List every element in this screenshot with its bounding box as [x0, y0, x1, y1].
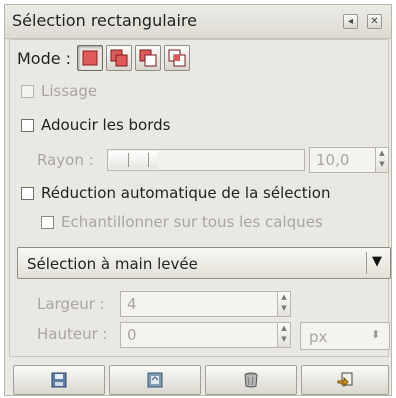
antialias-label: Lissage [41, 82, 98, 100]
chevron-down-icon: ▼ [372, 254, 382, 269]
radius-value-field[interactable]: 10,0 [309, 147, 377, 173]
combo-separator [366, 252, 367, 274]
tool-options-dock: Sélection rectangulaire ◂ ✕ Mode : Lissa… [4, 4, 392, 396]
dock-title: Sélection rectangulaire [12, 11, 197, 30]
save-preset-button[interactable] [13, 365, 105, 395]
replace-mode-icon[interactable] [77, 45, 103, 71]
delete-icon [244, 372, 258, 388]
intersect-mode-icon[interactable] [164, 45, 190, 71]
antialias-checkbox[interactable] [21, 85, 34, 98]
restore-icon [147, 372, 163, 388]
radius-spin-arrows[interactable]: ▲ ▼ [375, 147, 389, 173]
radius-slider-fill [109, 151, 158, 169]
close-icon[interactable]: ✕ [367, 14, 382, 29]
tab-menu-icon[interactable]: ◂ [343, 14, 358, 29]
autoshrink-label: Réduction automatique de la sélection [41, 184, 331, 202]
fixed-mode-value: Sélection à main levée [27, 255, 198, 273]
feather-checkbox[interactable] [21, 119, 34, 132]
fixed-mode-dropdown[interactable]: Sélection à main levée ▼ [17, 247, 391, 279]
slider-tick [128, 153, 129, 167]
restore-preset-button[interactable] [109, 365, 201, 395]
autoshrink-checkbox[interactable] [21, 187, 34, 200]
unit-dropdown[interactable]: px ⬍ [300, 322, 390, 350]
subtract-mode-icon[interactable] [135, 45, 161, 71]
save-icon [51, 372, 67, 388]
unit-value: px [309, 328, 328, 346]
width-spin-arrows[interactable]: ▲ ▼ [277, 291, 291, 317]
sample-merged-checkbox[interactable] [41, 216, 54, 229]
height-field[interactable]: 0 [120, 322, 278, 348]
mode-label: Mode : [17, 49, 72, 68]
height-spin-arrows[interactable]: ▲ ▼ [277, 322, 291, 348]
dock-titlebar: Sélection rectangulaire ◂ ✕ [5, 5, 391, 39]
slider-tick [148, 153, 149, 167]
delete-preset-button[interactable] [205, 365, 297, 395]
width-label: Largeur : [37, 295, 105, 313]
updown-arrows-icon: ⬍ [371, 328, 381, 341]
radius-label: Rayon : [37, 151, 94, 169]
sample-merged-label: Echantillonner sur tous les calques [61, 213, 323, 231]
add-mode-icon[interactable] [106, 45, 132, 71]
reset-icon [337, 372, 353, 388]
feather-label: Adoucir les bords [41, 116, 171, 134]
height-label: Hauteur : [37, 325, 108, 343]
reset-button[interactable] [301, 365, 389, 395]
width-field[interactable]: 4 [120, 291, 278, 317]
radius-slider[interactable] [107, 149, 305, 171]
